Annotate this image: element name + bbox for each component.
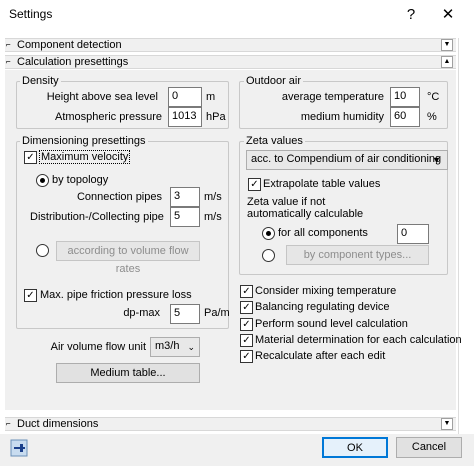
extrapolate-checkbox[interactable]: ✓ <box>248 178 261 191</box>
material-label[interactable]: Material determination for each calculat… <box>255 334 462 346</box>
dimensioning-label: Dimensioning presettings <box>20 135 148 147</box>
scrollbar[interactable] <box>458 38 466 434</box>
connection-input[interactable]: 3 <box>170 187 200 207</box>
chevron-down-icon[interactable]: ▼ <box>441 418 453 430</box>
humidity-unit: % <box>427 111 437 123</box>
balancing-checkbox[interactable]: ✓ <box>240 301 253 314</box>
by-types-radio[interactable] <box>262 249 275 262</box>
height-input[interactable]: 0 <box>168 87 202 107</box>
dpmax-label: dp-max <box>123 307 160 319</box>
cancel-button[interactable]: Cancel <box>396 437 462 458</box>
section-component-detection[interactable]: ⌐ Component detection ▼ <box>5 38 456 52</box>
distribution-unit: m/s <box>204 211 222 223</box>
sound-label[interactable]: Perform sound level calculation <box>255 318 408 330</box>
density-label: Density <box>20 75 61 87</box>
by-topology-label[interactable]: by topology <box>52 174 108 186</box>
pin-icon[interactable] <box>10 439 28 457</box>
recalculate-label[interactable]: Recalculate after each edit <box>255 350 385 362</box>
distribution-input[interactable]: 5 <box>170 207 200 227</box>
section-label: Duct dimensions <box>17 418 99 430</box>
height-unit: m <box>206 91 216 103</box>
title-bar: Settings ? ✕ <box>0 0 474 30</box>
connection-unit: m/s <box>204 191 222 203</box>
chevron-down-icon[interactable]: ▼ <box>441 39 453 51</box>
air-volume-label: Air volume flow unit <box>50 341 146 353</box>
pressure-label: Atmospheric pressure <box>55 111 162 123</box>
temperature-input[interactable]: 10 <box>390 87 420 107</box>
distribution-label: Distribution-/Collecting pipe <box>30 211 164 223</box>
volume-flow-radio[interactable] <box>36 244 49 257</box>
humidity-input[interactable]: 60 <box>390 107 420 127</box>
section-label: Component detection <box>17 39 122 51</box>
help-button[interactable]: ? <box>400 4 422 26</box>
section-label: Calculation presettings <box>17 56 129 68</box>
max-velocity-label[interactable]: Maximum velocity <box>39 150 131 164</box>
dpmax-input[interactable]: 5 <box>170 304 200 324</box>
mixing-checkbox[interactable]: ✓ <box>240 285 253 298</box>
chevron-up-icon[interactable]: ▲ <box>441 56 453 68</box>
max-friction-checkbox[interactable]: ✓ <box>24 289 37 302</box>
window-title: Settings <box>9 7 53 21</box>
zeta-not-calc-line2: automatically calculable <box>247 208 364 220</box>
mixing-label[interactable]: Consider mixing temperature <box>255 285 396 297</box>
zeta-not-calc-line1: Zeta value if not <box>247 196 326 208</box>
extrapolate-label[interactable]: Extrapolate table values <box>263 178 380 190</box>
ok-button[interactable]: OK <box>322 437 388 458</box>
sound-checkbox[interactable]: ✓ <box>240 318 253 331</box>
expander-icon[interactable]: ⌐ <box>6 57 11 66</box>
max-velocity-checkbox[interactable]: ✓ <box>24 151 37 164</box>
dpmax-unit: Pa/m <box>204 307 230 319</box>
pressure-input[interactable]: 1013 <box>168 107 202 127</box>
humidity-label: medium humidity <box>300 111 384 123</box>
all-components-radio[interactable] <box>262 227 275 240</box>
close-button[interactable]: ✕ <box>437 4 459 26</box>
air-volume-select[interactable]: m3/h ⌄ <box>150 337 200 357</box>
recalculate-checkbox[interactable]: ✓ <box>240 350 253 363</box>
expander-icon[interactable]: ⌐ <box>6 419 11 428</box>
outdoor-air-label: Outdoor air <box>244 75 304 87</box>
air-volume-value: m3/h <box>155 340 180 352</box>
max-friction-label[interactable]: Max. pipe friction pressure loss <box>40 289 192 301</box>
all-components-label[interactable]: for all components <box>278 227 368 239</box>
connection-label: Connection pipes <box>76 191 162 203</box>
by-types-button[interactable]: by component types... <box>286 245 429 265</box>
zeta-label: Zeta values <box>244 135 305 147</box>
material-checkbox[interactable]: ✓ <box>240 334 253 347</box>
temperature-label: average temperature <box>281 91 384 103</box>
volume-flow-button[interactable]: according to volume flow rates <box>56 241 200 275</box>
temperature-unit: °C <box>427 91 440 103</box>
section-calculation-presettings[interactable]: ⌐ Calculation presettings ▲ <box>5 55 456 69</box>
by-topology-radio[interactable] <box>36 174 49 187</box>
chevron-down-icon: ⌄ <box>187 342 195 352</box>
section-duct-dimensions[interactable]: ⌐ Duct dimensions ▼ <box>5 417 456 431</box>
height-label: Height above sea level <box>46 91 158 103</box>
chevron-down-icon: ▼ <box>432 155 441 165</box>
expander-icon[interactable]: ⌐ <box>6 40 11 49</box>
all-components-input[interactable]: 0 <box>397 224 429 244</box>
balancing-label[interactable]: Balancing regulating device <box>255 301 390 313</box>
medium-table-button[interactable]: Medium table... <box>56 363 200 383</box>
zeta-select[interactable]: acc. to Compendium of air conditioning ▼ <box>246 150 448 170</box>
zeta-select-value: acc. to Compendium of air conditioning <box>251 153 442 165</box>
pressure-unit: hPa <box>206 111 226 123</box>
